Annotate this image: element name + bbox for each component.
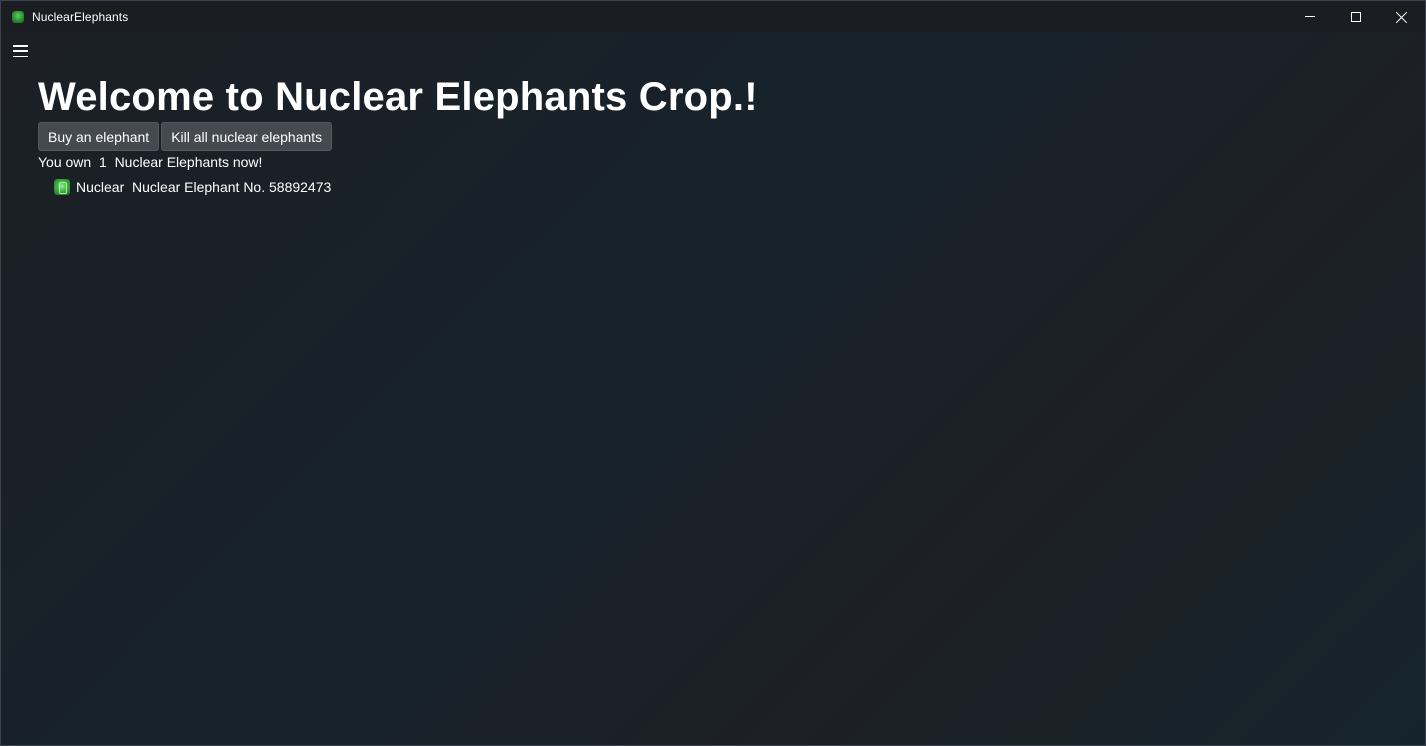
- own-count: 1: [98, 154, 107, 170]
- close-icon: [1396, 11, 1408, 23]
- menu-bar-line: [13, 45, 28, 47]
- buy-elephant-button[interactable]: Buy an elephant: [38, 122, 160, 151]
- nuclear-elephant-icon: [54, 179, 70, 195]
- action-buttons: Buy an elephant Kill all nuclear elephan…: [38, 122, 758, 151]
- ownership-status: You own 1 Nuclear Elephants now!: [38, 153, 758, 171]
- menu-bar-line: [13, 55, 28, 57]
- elephant-type: Nuclear: [76, 179, 125, 195]
- app-window: NuclearElephants Welcome to Nuclear Elep…: [0, 0, 1426, 746]
- maximize-icon: [1351, 11, 1361, 22]
- main-content: Welcome to Nuclear Elephants Crop.! Buy …: [38, 73, 758, 197]
- menu-bar-line: [13, 50, 28, 52]
- minimize-button[interactable]: [1287, 1, 1333, 32]
- list-item[interactable]: Nuclear Nuclear Elephant No. 58892473: [54, 177, 758, 197]
- maximize-button[interactable]: [1333, 1, 1379, 32]
- nuclear-elephant-icon: [12, 10, 24, 23]
- title-bar[interactable]: NuclearElephants: [1, 1, 1425, 32]
- window-title: NuclearElephants: [32, 9, 129, 24]
- elephant-list: Nuclear Nuclear Elephant No. 58892473: [54, 177, 758, 197]
- elephant-name: Nuclear Elephant No. 58892473: [132, 179, 332, 195]
- own-prefix: You own: [38, 154, 92, 170]
- page-title: Welcome to Nuclear Elephants Crop.!: [38, 75, 758, 119]
- minimize-icon: [1305, 16, 1315, 17]
- hamburger-menu-icon[interactable]: [13, 44, 29, 58]
- own-suffix: Nuclear Elephants now!: [114, 154, 263, 170]
- kill-all-button[interactable]: Kill all nuclear elephants: [161, 122, 333, 151]
- window-controls: [1287, 1, 1425, 32]
- close-button[interactable]: [1379, 1, 1425, 32]
